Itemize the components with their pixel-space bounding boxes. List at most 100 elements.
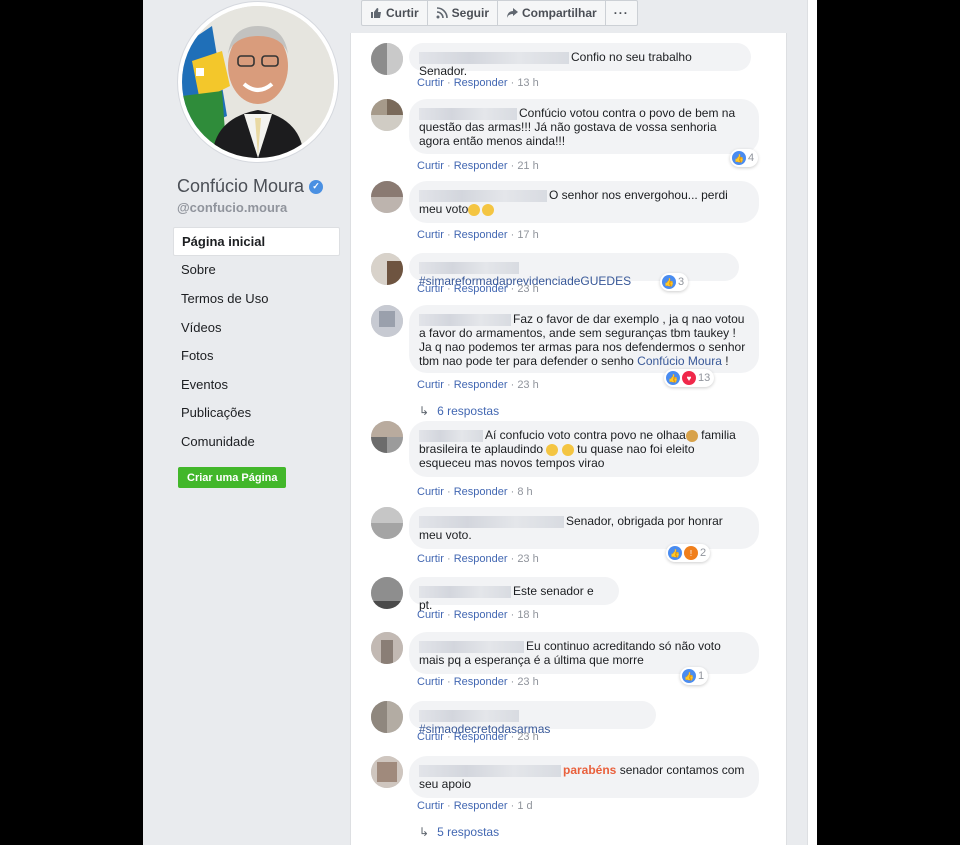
comment-time[interactable]: 18 h <box>517 609 538 621</box>
comment-like-link[interactable]: Curtir <box>417 553 444 565</box>
separator: · <box>446 379 451 391</box>
replies-count[interactable]: 6 respostas <box>437 404 499 418</box>
view-replies-link[interactable]: ↳ 6 respostas <box>419 404 499 418</box>
comment-like-link[interactable]: Curtir <box>417 731 444 743</box>
comment-time[interactable]: 23 h <box>517 731 538 743</box>
view-replies-link[interactable]: ↳ 5 respostas <box>419 825 499 839</box>
page-name[interactable]: Confúcio Moura ✓ <box>177 176 324 197</box>
separator: · <box>446 609 451 621</box>
comment-time[interactable]: 8 h <box>517 486 532 498</box>
blurred-author-name[interactable] <box>419 640 524 653</box>
nav-item-community[interactable]: Comunidade <box>173 427 340 456</box>
comment-reply-link[interactable]: Responder <box>454 283 508 295</box>
blurred-author-name[interactable] <box>419 709 519 722</box>
reaction-number: 3 <box>678 276 685 288</box>
comment-time[interactable]: 23 h <box>517 553 538 565</box>
comment-reply-link[interactable]: Responder <box>454 676 508 688</box>
reaction-count[interactable]: 👍! 2 <box>666 544 711 562</box>
comment-actions: Curtir · Responder · 23 h <box>417 379 539 391</box>
page-name-text[interactable]: Confúcio Moura <box>177 176 304 197</box>
blurred-author-name[interactable] <box>419 261 519 274</box>
separator: · <box>446 553 451 565</box>
commenter-avatar[interactable] <box>371 421 403 453</box>
comment-like-link[interactable]: Curtir <box>417 160 444 172</box>
comment-reply-link[interactable]: Responder <box>454 731 508 743</box>
commenter-avatar[interactable] <box>371 99 403 131</box>
separator: · <box>446 800 451 812</box>
blurred-author-name[interactable] <box>419 515 564 528</box>
nav-item-videos[interactable]: Vídeos <box>173 313 340 342</box>
highlighted-word: parabéns <box>563 763 617 777</box>
sad-emoji-icon <box>468 203 481 216</box>
mention-link[interactable]: Confúcio Moura <box>637 354 722 368</box>
nav-item-terms[interactable]: Termos de Uso <box>173 284 340 313</box>
reaction-count[interactable]: 👍 1 <box>680 667 709 685</box>
comment-like-link[interactable]: Curtir <box>417 77 444 89</box>
blurred-author-name[interactable] <box>419 764 561 777</box>
comment-reply-link[interactable]: Responder <box>454 229 508 241</box>
like-page-button[interactable]: Curtir <box>362 1 428 25</box>
comment-time[interactable]: 21 h <box>517 160 538 172</box>
comment-reply-link[interactable]: Responder <box>454 77 508 89</box>
create-page-button[interactable]: Criar uma Página <box>178 467 287 488</box>
clap-emoji-icon <box>561 443 574 456</box>
commenter-avatar[interactable] <box>371 756 403 788</box>
blurred-author-name[interactable] <box>419 189 547 202</box>
comment-time[interactable]: 23 h <box>517 283 538 295</box>
comment-time[interactable]: 17 h <box>517 229 538 241</box>
comment-like-link[interactable]: Curtir <box>417 486 444 498</box>
blurred-author-name[interactable] <box>419 585 511 598</box>
separator: · <box>510 229 515 241</box>
separator: · <box>446 283 451 295</box>
more-options-button[interactable]: ··· <box>606 1 637 25</box>
commenter-avatar[interactable] <box>371 632 403 664</box>
commenter-avatar[interactable] <box>371 305 403 337</box>
reaction-count[interactable]: 👍 4 <box>730 149 759 167</box>
reaction-count[interactable]: 👍 3 <box>660 273 689 291</box>
comment-like-link[interactable]: Curtir <box>417 229 444 241</box>
commenter-avatar[interactable] <box>371 181 403 213</box>
nav-item-events[interactable]: Eventos <box>173 370 340 399</box>
comment-time[interactable]: 13 h <box>517 77 538 89</box>
commenter-avatar[interactable] <box>371 701 403 733</box>
follow-button[interactable]: Seguir <box>428 1 499 25</box>
nav-item-about[interactable]: Sobre <box>173 256 340 285</box>
nav-item-posts[interactable]: Publicações <box>173 399 340 428</box>
comment-like-link[interactable]: Curtir <box>417 800 444 812</box>
blurred-author-name[interactable] <box>419 313 511 326</box>
reaction-count[interactable]: 👍 ♥ 13 <box>664 369 715 387</box>
separator: · <box>446 731 451 743</box>
comment-reply-link[interactable]: Responder <box>454 379 508 391</box>
replies-count[interactable]: 5 respostas <box>437 825 499 839</box>
comment-like-link[interactable]: Curtir <box>417 379 444 391</box>
comment-like-link[interactable]: Curtir <box>417 283 444 295</box>
comment-actions: Curtir · Responder · 1 d <box>417 800 533 812</box>
share-button[interactable]: Compartilhar <box>498 1 606 25</box>
right-column <box>807 0 817 845</box>
comment-reply-link[interactable]: Responder <box>454 486 508 498</box>
profile-picture[interactable] <box>178 2 338 162</box>
blurred-author-name[interactable] <box>419 51 569 64</box>
comment-time[interactable]: 1 d <box>517 800 532 812</box>
comment-reply-link[interactable]: Responder <box>454 800 508 812</box>
commenter-avatar[interactable] <box>371 253 403 285</box>
blurred-author-name[interactable] <box>419 429 483 442</box>
commenter-avatar[interactable] <box>371 43 403 75</box>
blurred-author-name[interactable] <box>419 107 517 120</box>
separator: · <box>510 609 515 621</box>
separator: · <box>510 160 515 172</box>
comment-reply-link[interactable]: Responder <box>454 160 508 172</box>
comment-like-link[interactable]: Curtir <box>417 609 444 621</box>
nav-item-photos[interactable]: Fotos <box>173 341 340 370</box>
comment-time[interactable]: 23 h <box>517 676 538 688</box>
comment-reply-link[interactable]: Responder <box>454 609 508 621</box>
comment-time[interactable]: 23 h <box>517 379 538 391</box>
commenter-avatar[interactable] <box>371 577 403 609</box>
rss-icon <box>436 7 448 19</box>
comment-reply-link[interactable]: Responder <box>454 553 508 565</box>
separator: · <box>510 379 515 391</box>
nav-item-home[interactable]: Página inicial <box>173 227 340 256</box>
reaction-number: 4 <box>748 152 755 164</box>
commenter-avatar[interactable] <box>371 507 403 539</box>
comment-like-link[interactable]: Curtir <box>417 676 444 688</box>
